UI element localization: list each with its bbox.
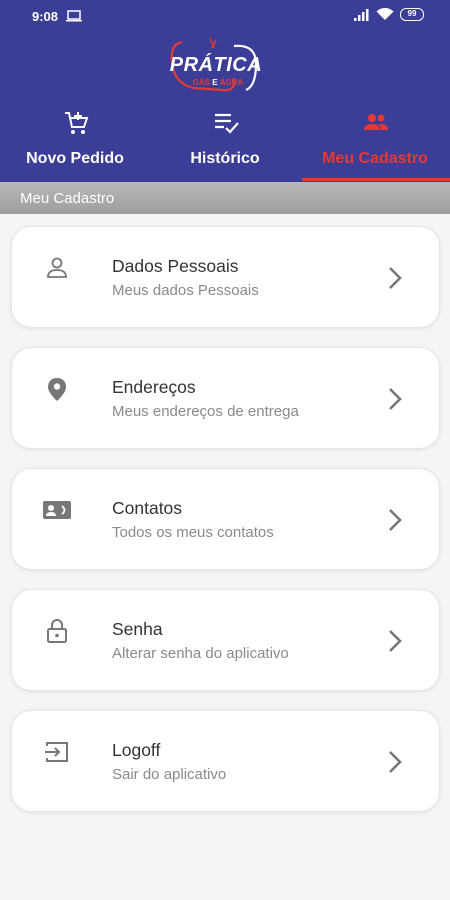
tab-label: Histórico xyxy=(190,150,260,167)
logo-subtitle: GÁS E ÁGUA xyxy=(178,78,258,87)
menu-item-dados-pessoais[interactable]: Dados Pessoais Meus dados Pessoais xyxy=(11,226,440,328)
chevron-right-icon xyxy=(389,388,402,410)
app-bar: PRÁTICA GÁS E ÁGUA Novo Pedido Histórico… xyxy=(0,32,450,182)
tab-label: Meu Cadastro xyxy=(322,150,428,167)
tab-meu-cadastro[interactable]: Meu Cadastro xyxy=(300,108,450,178)
cart-add-icon xyxy=(65,112,89,134)
menu-item-subtitle: Meus dados Pessoais xyxy=(112,282,259,299)
menu-item-logoff[interactable]: Logoff Sair do aplicativo xyxy=(11,710,440,812)
menu-item-title: Senha xyxy=(112,619,163,639)
chevron-right-icon xyxy=(389,267,402,289)
menu-item-title: Contatos xyxy=(112,498,183,518)
list-check-icon xyxy=(215,113,239,134)
active-tab-indicator xyxy=(302,178,450,181)
wifi-icon xyxy=(376,8,394,20)
contact-card-icon xyxy=(43,501,71,519)
menu-item-contatos[interactable]: Contatos Todos os meus contatos xyxy=(11,468,440,570)
chevron-right-icon xyxy=(389,630,402,652)
logo-sub-gas: GÁS xyxy=(192,78,210,87)
tab-novo-pedido[interactable]: Novo Pedido xyxy=(0,108,150,178)
battery-indicator: 99 xyxy=(400,8,424,21)
chevron-right-icon xyxy=(389,751,402,773)
signal-icon xyxy=(354,8,369,21)
menu-item-senha[interactable]: Senha Alterar senha do aplicativo xyxy=(11,589,440,691)
menu-item-subtitle: Todos os meus contatos xyxy=(112,524,274,541)
menu-item-enderecos[interactable]: Endereços Meus endereços de entrega xyxy=(11,347,440,449)
tab-historico[interactable]: Histórico xyxy=(150,108,300,178)
logout-icon xyxy=(45,742,68,762)
logo-sub-e: E xyxy=(212,78,218,87)
menu-item-subtitle: Sair do aplicativo xyxy=(112,766,227,783)
menu-item-subtitle: Alterar senha do aplicativo xyxy=(112,645,289,662)
menu-item-title: Endereços xyxy=(112,377,196,397)
status-bar: 9:08 99 xyxy=(0,0,450,32)
section-header: Meu Cadastro xyxy=(0,182,450,214)
people-icon xyxy=(364,114,388,130)
menu-item-title: Dados Pessoais xyxy=(112,256,239,276)
laptop-icon xyxy=(66,10,82,22)
logo-title: PRÁTICA xyxy=(169,54,263,76)
location-pin-icon xyxy=(48,378,66,401)
status-time: 9:08 xyxy=(32,9,59,24)
menu-item-title: Logoff xyxy=(112,740,161,760)
tab-label: Novo Pedido xyxy=(26,150,124,167)
menu-item-subtitle: Meus endereços de entrega xyxy=(112,403,299,420)
lock-icon xyxy=(47,619,67,643)
chevron-right-icon xyxy=(389,509,402,531)
person-icon xyxy=(47,257,67,278)
logo-sub-agua: ÁGUA xyxy=(219,78,244,87)
